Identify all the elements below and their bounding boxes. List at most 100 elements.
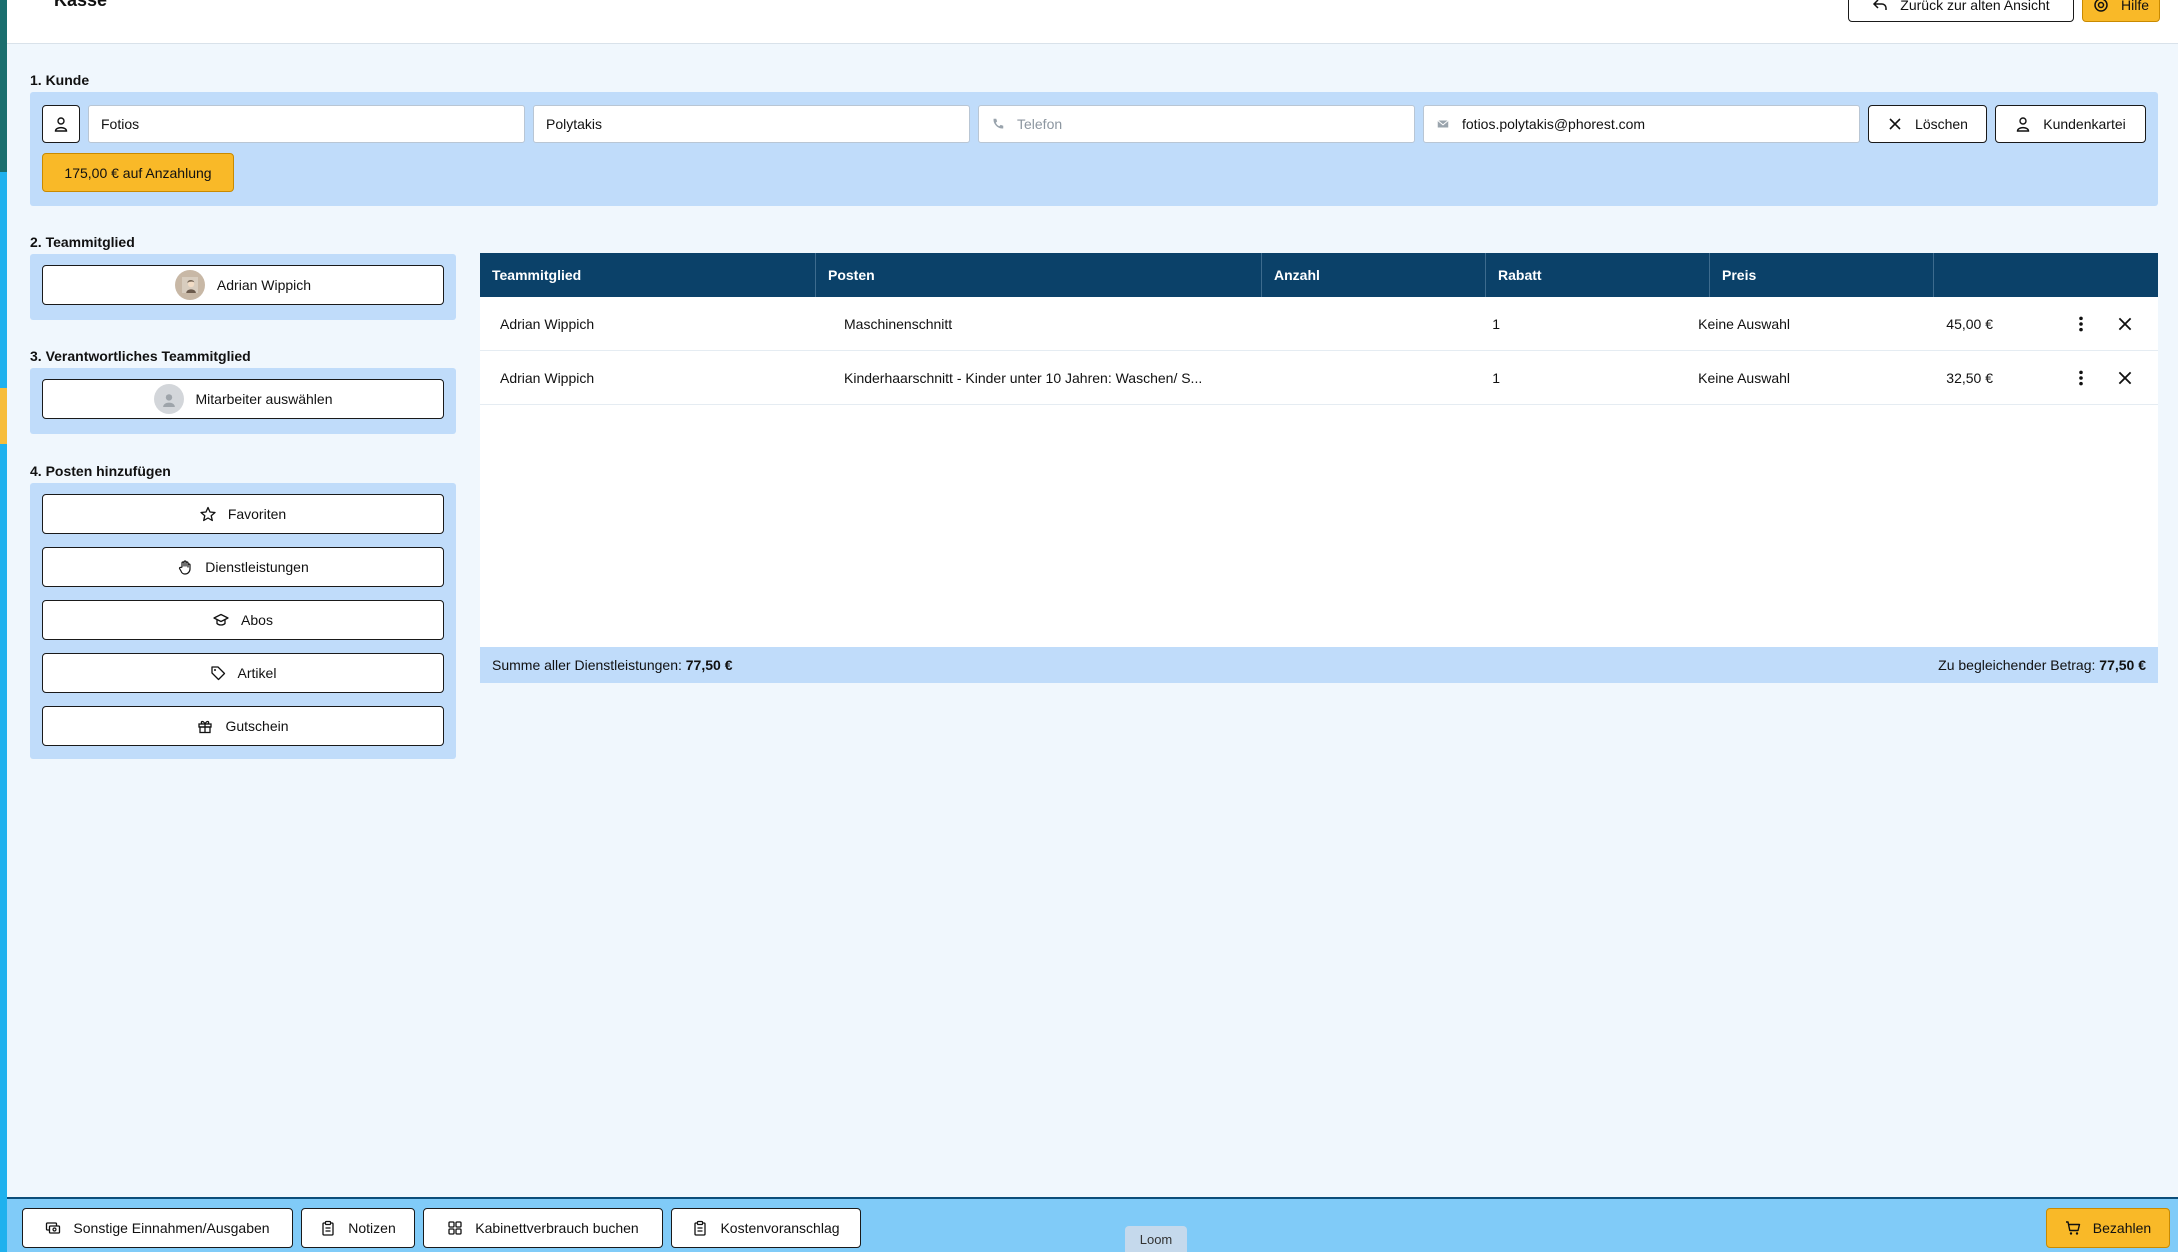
services-sum-label: Summe aller Dienstleistungen:: [492, 657, 682, 673]
cost-estimate-button[interactable]: Kostenvoranschlag: [671, 1208, 861, 1248]
row-discount[interactable]: Keine Auswahl: [1580, 370, 1790, 386]
pay-label: Bezahlen: [2092, 1220, 2152, 1236]
grid-icon: [448, 1221, 462, 1235]
voucher-button[interactable]: Gutschein: [42, 706, 444, 746]
row-team-member: Adrian Wippich: [500, 369, 595, 386]
hand-icon: [179, 560, 191, 575]
clear-customer-button[interactable]: Löschen: [1868, 105, 1987, 143]
services-button[interactable]: Dienstleistungen: [42, 547, 444, 587]
services-sum: Summe aller Dienstleistungen: 77,50 €: [492, 657, 732, 673]
subscriptions-label: Abos: [241, 612, 273, 628]
last-name-value: Polytakis: [546, 116, 603, 132]
team-member-section-label: 2. Teammitglied: [30, 234, 135, 250]
notes-button[interactable]: Notizen: [301, 1208, 415, 1248]
favorites-label: Favoriten: [227, 506, 287, 522]
customer-section-label: 1. Kunde: [30, 72, 90, 88]
first-name-input[interactable]: Fotios: [88, 105, 525, 143]
customer-file-button[interactable]: Kundenkartei: [1995, 105, 2146, 143]
row-more-button[interactable]: [2070, 313, 2092, 335]
money-icon: [46, 1222, 61, 1234]
amount-due: Zu begleichender Betrag: 77,50 €: [1938, 657, 2146, 673]
phone-placeholder: Telefon: [1017, 116, 1063, 132]
avatar: [153, 384, 184, 414]
clipboard-icon: [694, 1220, 707, 1236]
amount-due-label: Zu begleichender Betrag:: [1938, 657, 2096, 673]
services-label: Dienstleistungen: [205, 559, 309, 575]
column-header-item: Posten: [816, 253, 1262, 297]
add-items-section-label: 4. Posten hinzufügen: [30, 463, 171, 479]
undo-arrow-icon: [1873, 0, 1888, 10]
row-item: Kinderhaarschnitt - Kinder unter 10 Jahr…: [844, 369, 1203, 386]
clear-customer-label: Löschen: [1915, 116, 1968, 132]
loom-tab[interactable]: Loom: [1125, 1226, 1187, 1252]
row-more-button[interactable]: [2070, 367, 2092, 389]
page-title: Kasse: [54, 0, 108, 10]
column-header-price: Preis: [1710, 253, 1934, 297]
phone-input[interactable]: Telefon: [978, 105, 1415, 143]
star-icon: [200, 506, 216, 522]
help-lifebuoy-icon: [2094, 0, 2108, 12]
deposit-label: 175,00 € auf Anzahlung: [64, 164, 212, 181]
table-body: Adrian Wippich Maschinenschnitt 1 Keine …: [480, 297, 2158, 647]
row-remove-button[interactable]: [2114, 367, 2136, 389]
notes-label: Notizen: [348, 1220, 396, 1236]
services-sum-value: 77,50 €: [685, 657, 733, 673]
table-summary: Summe aller Dienstleistungen: 77,50 € Zu…: [480, 647, 2158, 683]
cost-estimate-label: Kostenvoranschlag: [720, 1220, 840, 1236]
row-price: 32,50 €: [1946, 369, 1993, 386]
rail-segment-yellow: [0, 388, 7, 444]
team-member-name: Adrian Wippich: [216, 277, 312, 293]
cabinet-consumption-button[interactable]: Kabinettverbrauch buchen: [423, 1208, 663, 1248]
table-row: Adrian Wippich Kinderhaarschnitt - Kinde…: [480, 351, 2158, 405]
close-icon: [1889, 118, 1901, 130]
pay-button[interactable]: Bezahlen: [2046, 1208, 2170, 1248]
row-remove-button[interactable]: [2114, 313, 2136, 335]
first-name-value: Fotios: [101, 116, 140, 132]
clipboard-icon: [322, 1220, 334, 1236]
products-label: Artikel: [237, 665, 277, 681]
user-icon: [2017, 117, 2030, 132]
tag-icon: [210, 666, 225, 681]
email-input[interactable]: fotios.polytakis@phorest.com: [1423, 105, 1860, 143]
back-to-old-view-button[interactable]: Zurück zur alten Ansicht: [1848, 0, 2074, 22]
help-button[interactable]: Hilfe: [2082, 0, 2160, 22]
select-staff-button[interactable]: Mitarbeiter auswählen: [42, 379, 444, 419]
responsible-section-label: 3. Verantwortliches Teammitglied: [30, 348, 251, 364]
team-member-button[interactable]: Adrian Wippich: [42, 265, 444, 305]
customer-file-label: Kundenkartei: [2043, 116, 2126, 132]
kebab-menu-icon: [2079, 370, 2083, 386]
subscriptions-button[interactable]: Abos: [42, 600, 444, 640]
row-quantity: 1: [1492, 369, 1500, 386]
avatar: [174, 270, 205, 300]
default-avatar-icon: [162, 394, 175, 407]
other-income-expenses-button[interactable]: Sonstige Einnahmen/Ausgaben: [22, 1208, 293, 1248]
cabinet-consumption-label: Kabinettverbrauch buchen: [475, 1220, 639, 1236]
table-row: Adrian Wippich Maschinenschnitt 1 Keine …: [480, 297, 2158, 351]
items-table: Teammitglied Posten Anzahl Rabatt Preis …: [480, 253, 2158, 683]
kebab-menu-icon: [2079, 316, 2083, 332]
last-name-input[interactable]: Polytakis: [533, 105, 970, 143]
favorites-button[interactable]: Favoriten: [42, 494, 444, 534]
close-icon: [2118, 317, 2132, 331]
deposit-button[interactable]: 175,00 € auf Anzahlung: [42, 153, 234, 192]
customer-icon-button[interactable]: [42, 105, 80, 143]
column-header-team-member: Teammitglied: [480, 253, 816, 297]
column-header-quantity: Anzahl: [1262, 253, 1486, 297]
email-value: fotios.polytakis@phorest.com: [1462, 116, 1646, 132]
rail-segment-teal: [0, 0, 7, 172]
row-item: Maschinenschnitt: [844, 315, 953, 332]
other-income-expenses-label: Sonstige Einnahmen/Ausgaben: [73, 1220, 270, 1236]
left-rail: [0, 0, 7, 1252]
row-price: 45,00 €: [1946, 315, 1993, 332]
table-header: Teammitglied Posten Anzahl Rabatt Preis: [480, 253, 2158, 297]
back-to-old-view-label: Zurück zur alten Ansicht: [1900, 0, 2050, 13]
column-header-discount: Rabatt: [1486, 253, 1710, 297]
row-team-member: Adrian Wippich: [500, 315, 595, 332]
row-quantity: 1: [1492, 315, 1500, 332]
products-button[interactable]: Artikel: [42, 653, 444, 693]
column-header-actions: [1934, 253, 2158, 297]
row-discount[interactable]: Keine Auswahl: [1580, 316, 1790, 332]
phone-icon: [993, 118, 1004, 129]
graduation-cap-icon: [213, 613, 229, 626]
user-icon: [54, 117, 68, 132]
